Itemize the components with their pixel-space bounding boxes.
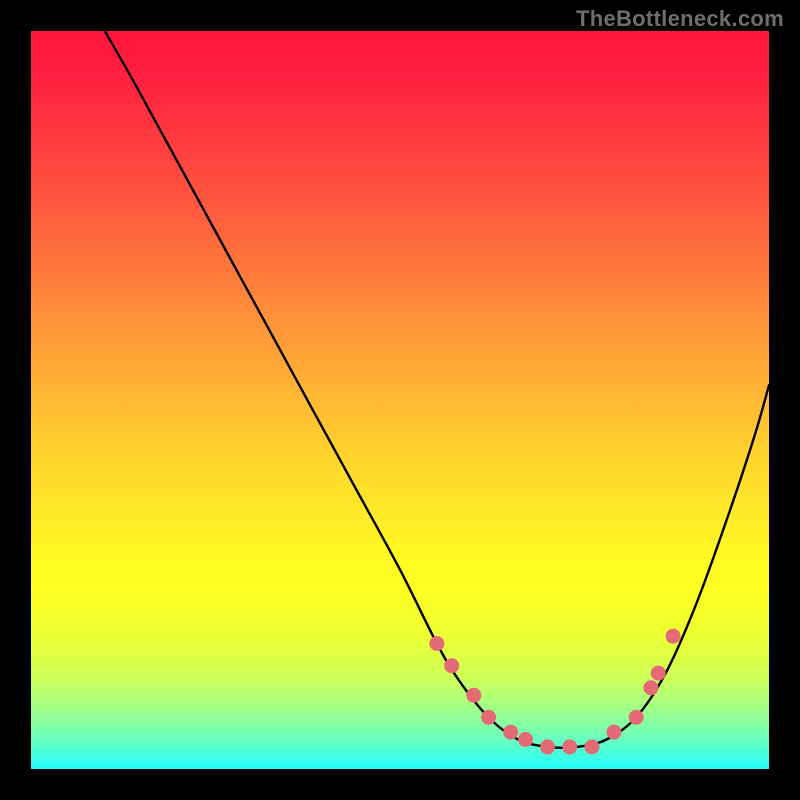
highlight-marker [666,629,681,644]
highlight-marker [643,680,658,695]
highlight-marker [607,725,622,740]
watermark-text: TheBottleneck.com [576,6,784,32]
highlight-marker [481,710,496,725]
highlight-marker [651,666,666,681]
highlight-marker [629,710,644,725]
chart-frame: TheBottleneck.com [0,0,800,800]
highlight-marker [540,739,555,754]
highlight-marker [503,725,518,740]
curve-svg [31,31,769,769]
plot-area [31,31,769,769]
highlight-marker [429,636,444,651]
highlight-marker [562,739,577,754]
highlight-marker [518,732,533,747]
highlight-marker [466,688,481,703]
highlight-marker [444,658,459,673]
highlight-marker [584,739,599,754]
